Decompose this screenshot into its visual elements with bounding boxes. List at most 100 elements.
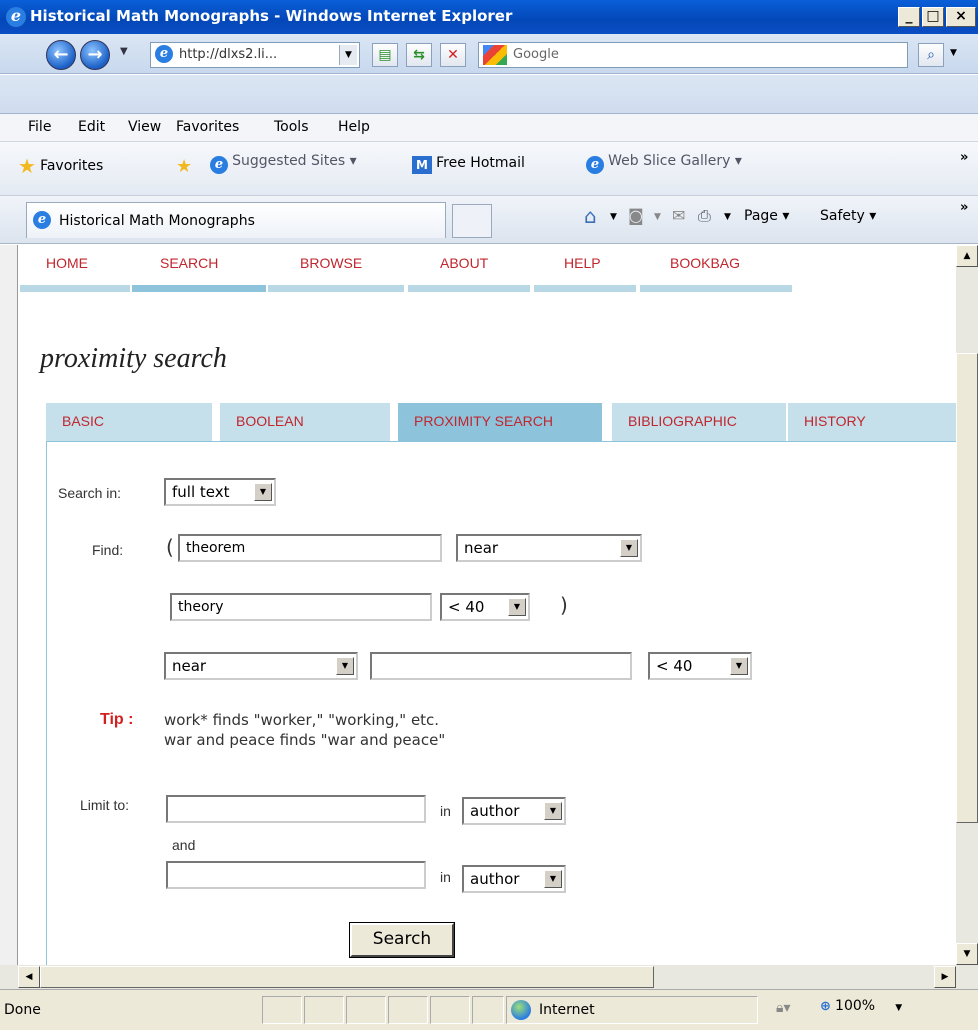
protected-mode-icon[interactable]: 🔒︎▾ [776, 1000, 790, 1016]
search-options-icon[interactable]: ▼ [950, 48, 957, 58]
add-favorites-icon[interactable]: ★ [176, 156, 192, 177]
address-field[interactable]: e http://dlxs2.li... ▼ [150, 42, 360, 68]
limit2-field-select[interactable]: author ▼ [462, 865, 566, 893]
stop-button[interactable]: ✕ [440, 43, 466, 67]
page-menu[interactable]: Page ▾ [744, 208, 789, 224]
feeds-dropdown-icon[interactable]: ▼ [654, 212, 661, 222]
nav-underline [20, 285, 130, 292]
operator2-select[interactable]: near ▼ [164, 652, 358, 680]
search-go-button[interactable]: ⌕ [918, 43, 944, 67]
search-box[interactable]: Google [478, 42, 908, 68]
minimize-button[interactable]: _ [898, 7, 920, 27]
menu-tools[interactable]: Tools [274, 119, 309, 135]
menu-edit[interactable]: Edit [78, 119, 105, 135]
vertical-scroll-thumb[interactable] [956, 353, 978, 823]
refresh-button[interactable]: ⇆ [406, 43, 432, 67]
term2-input[interactable]: theory [170, 593, 432, 621]
address-dropdown-icon[interactable]: ▼ [339, 45, 357, 65]
scroll-right-icon[interactable]: ▶ [934, 966, 956, 988]
suggested-sites-link[interactable]: e Suggested Sites ▾ [210, 153, 357, 174]
distance1-select[interactable]: < 40 ▼ [440, 593, 530, 621]
close-button[interactable]: × [946, 7, 976, 27]
free-hotmail-link[interactable]: M Free Hotmail [412, 155, 525, 174]
command-bar: e Historical Math Monographs ⌂ ▼ ◙ ▼ ✉ ⎙… [0, 196, 978, 244]
mail-icon[interactable]: ✉ [672, 206, 685, 225]
search-button[interactable]: Search [349, 922, 455, 958]
compatibility-view-button[interactable]: ▤ [372, 43, 398, 67]
distance2-select[interactable]: < 40 ▼ [648, 652, 752, 680]
browser-tab[interactable]: e Historical Math Monographs [26, 202, 446, 238]
horizontal-scrollbar[interactable]: ◀ ▶ [0, 965, 978, 989]
scroll-up-icon[interactable]: ▲ [956, 245, 978, 267]
page-title: proximity search [40, 343, 227, 374]
search-placeholder: Google [513, 47, 559, 62]
limit1-input[interactable] [166, 795, 426, 823]
term1-input[interactable]: theorem [178, 534, 442, 562]
zoom-dropdown-icon: ▼ [895, 1003, 903, 1013]
search-in-select[interactable]: full text ▼ [164, 478, 276, 506]
nav-search[interactable]: SEARCH [160, 255, 218, 271]
ie-logo-icon: e [6, 7, 26, 27]
tab-boolean[interactable]: BOOLEAN [220, 403, 390, 441]
home-dropdown-icon[interactable]: ▼ [610, 212, 617, 222]
limit2-input[interactable] [166, 861, 426, 889]
nav-underline [268, 285, 404, 292]
page-icon: e [155, 45, 173, 63]
horizontal-scroll-thumb[interactable] [40, 966, 654, 988]
refresh-icon: ⇆ [413, 47, 425, 63]
term3-input[interactable] [370, 652, 632, 680]
safety-menu[interactable]: Safety ▾ [820, 208, 876, 224]
zone-label: Internet [539, 1002, 595, 1018]
tab-history[interactable]: HISTORY [788, 403, 956, 441]
zoom-control[interactable]: ⊕ 100% ▼ [820, 998, 902, 1014]
history-dropdown-icon[interactable]: ▼ [120, 46, 128, 57]
distance2-value: < 40 [656, 657, 693, 675]
new-tab-button[interactable] [452, 204, 492, 238]
maximize-button[interactable]: □ [922, 7, 944, 27]
scroll-left-icon[interactable]: ◀ [18, 966, 40, 988]
menu-help[interactable]: Help [338, 119, 370, 135]
command-more-icon[interactable]: » [960, 200, 968, 215]
compatibility-icon: ▤ [378, 47, 392, 63]
nav-about[interactable]: ABOUT [440, 255, 488, 271]
tip-line-1: work* finds "worker," "working," etc. [164, 711, 440, 729]
scroll-down-icon[interactable]: ▼ [956, 943, 978, 965]
operator1-select[interactable]: near ▼ [456, 534, 642, 562]
nav-help[interactable]: HELP [564, 255, 601, 271]
nav-browse[interactable]: BROWSE [300, 255, 362, 271]
favorites-button[interactable]: ★ Favorites [18, 154, 103, 184]
address-text: http://dlxs2.li... [179, 47, 278, 62]
stop-icon: ✕ [447, 47, 459, 63]
find-label: Find: [92, 542, 124, 558]
dropdown-arrow-icon: ▼ [508, 598, 526, 616]
home-icon[interactable]: ⌂ [584, 204, 597, 228]
forward-button[interactable]: → [80, 40, 110, 70]
security-zone[interactable]: Internet [506, 996, 758, 1024]
chevron-more-icon[interactable]: » [960, 150, 968, 165]
status-cell [388, 996, 428, 1024]
print-dropdown-icon[interactable]: ▼ [724, 212, 731, 222]
tab-bibliographic[interactable]: BIBLIOGRAPHIC [612, 403, 786, 441]
menu-favorites[interactable]: Favorites [176, 119, 239, 135]
limit1-field-select[interactable]: author ▼ [462, 797, 566, 825]
vertical-scrollbar[interactable]: ▲ ▼ [956, 245, 978, 965]
back-button[interactable]: ← [46, 40, 76, 70]
operator2-value: near [172, 657, 207, 675]
status-cell [346, 996, 386, 1024]
tab-basic[interactable]: BASIC [46, 403, 212, 441]
status-cell [472, 996, 504, 1024]
nav-bookbag[interactable]: BOOKBAG [670, 255, 740, 271]
status-cell [430, 996, 470, 1024]
menu-view[interactable]: View [128, 119, 161, 135]
tab-page-icon: e [33, 211, 51, 229]
status-cell [262, 996, 302, 1024]
print-icon[interactable]: ⎙ [698, 206, 711, 226]
menu-file[interactable]: File [28, 119, 51, 135]
web-slice-gallery-link[interactable]: e Web Slice Gallery ▾ [586, 153, 742, 174]
feeds-icon[interactable]: ◙ [628, 206, 644, 225]
nav-home[interactable]: HOME [46, 255, 88, 271]
menu-bar: File Edit View Favorites Tools Help [0, 114, 978, 142]
dropdown-arrow-icon: ▼ [730, 657, 748, 675]
tab-proximity-search[interactable]: PROXIMITY SEARCH [398, 403, 602, 441]
web-slice-gallery-label: Web Slice Gallery ▾ [608, 153, 742, 169]
